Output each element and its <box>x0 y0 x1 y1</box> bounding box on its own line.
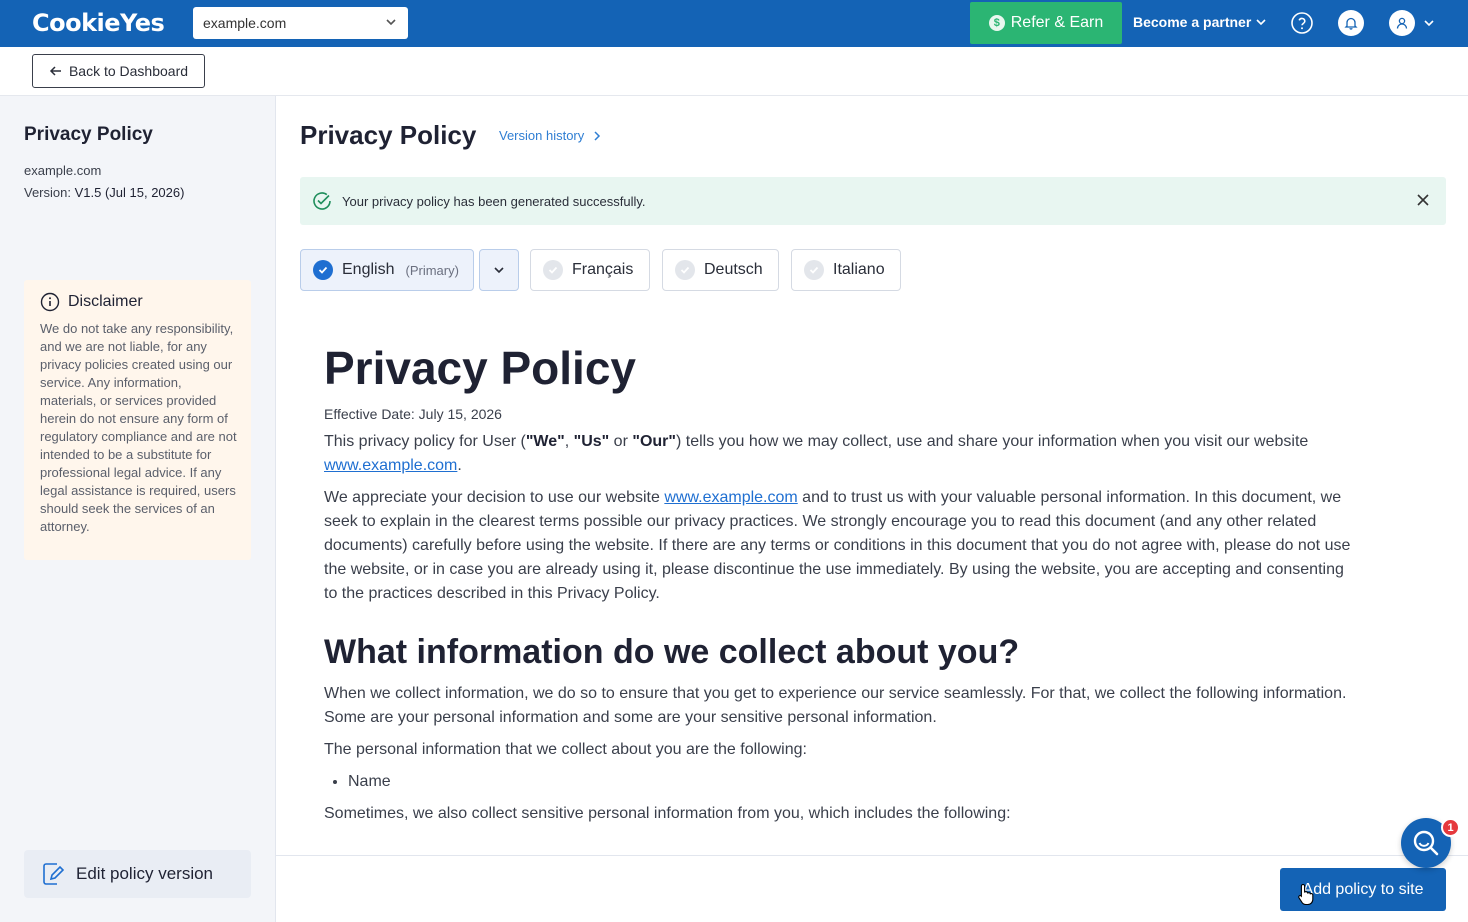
text-bold: "We" <box>525 433 565 450</box>
language-tab-francais[interactable]: Français <box>530 249 650 291</box>
collect-paragraph: When we collect information, we do so to… <box>324 685 1347 726</box>
personal-info-list: Name <box>324 770 1364 794</box>
language-tab-deutsch[interactable]: Deutsch <box>662 249 779 291</box>
close-icon[interactable] <box>1416 193 1430 207</box>
personal-info-paragraph: The personal information that we collect… <box>324 741 807 758</box>
check-icon <box>675 260 695 280</box>
version-history-label: Version history <box>499 128 585 143</box>
section-heading: What information do we collect about you… <box>324 633 1020 671</box>
language-label: Deutsch <box>704 261 763 278</box>
search-chat-icon <box>1413 830 1439 856</box>
version-history-link[interactable]: Version history <box>499 128 602 143</box>
edit-policy-version-button[interactable]: Edit policy version <box>24 850 251 898</box>
help-icon[interactable] <box>1290 11 1314 35</box>
version-value: V1.5 (Jul 15, 2026) <box>74 185 185 200</box>
effective-date: Effective Date: July 15, 2026 <box>324 406 502 422</box>
language-tab-english[interactable]: English (Primary) <box>300 249 474 291</box>
disclaimer-header: Disclaimer <box>40 292 237 312</box>
user-avatar-icon[interactable] <box>1389 10 1415 36</box>
page-title: Privacy Policy <box>300 120 477 150</box>
check-icon <box>543 260 563 280</box>
website-link[interactable]: www.example.com <box>324 457 457 474</box>
sidebar-version: Version: V1.5 (Jul 15, 2026) <box>24 185 184 200</box>
success-alert: Your privacy policy has been generated s… <box>300 177 1446 225</box>
policy-document: Privacy Policy Effective Date: July 15, … <box>324 338 1364 854</box>
site-selector-value: example.com <box>203 15 287 31</box>
edit-policy-version-label: Edit policy version <box>76 864 214 883</box>
cookieyes-logo[interactable]: CookieYes <box>32 9 165 37</box>
coin-icon: $ <box>988 15 1005 31</box>
footer-bar: Add policy to site <box>276 855 1468 922</box>
main-content: Privacy Policy Version history Your priv… <box>276 96 1468 922</box>
language-label: Italiano <box>833 261 885 278</box>
refer-earn-button[interactable]: $ Refer & Earn <box>970 2 1122 44</box>
top-navbar: CookieYes example.com $ Refer & Earn Bec… <box>0 0 1468 47</box>
become-partner-menu[interactable]: Become a partner <box>1133 14 1267 30</box>
sub-header: Back to Dashboard <box>0 47 1468 96</box>
info-icon <box>40 292 60 312</box>
sidebar: Privacy Policy example.com Version: V1.5… <box>0 96 276 922</box>
back-to-dashboard-button[interactable]: Back to Dashboard <box>32 54 205 88</box>
sidebar-title: Privacy Policy <box>24 124 153 145</box>
arrow-left-icon <box>49 66 61 76</box>
list-item: Name <box>348 770 1364 794</box>
text-span: , <box>564 433 574 450</box>
chevron-right-icon <box>594 130 601 141</box>
edit-document-icon <box>43 863 64 885</box>
disclaimer-title: Disclaimer <box>68 293 143 310</box>
check-icon <box>313 260 333 280</box>
text-span: or <box>609 433 633 450</box>
check-icon <box>804 260 824 280</box>
language-tab-italiano[interactable]: Italiano <box>791 249 901 291</box>
intro-paragraph: This privacy policy for User ("We", "Us"… <box>324 430 1359 478</box>
text-bold: "Us" <box>573 433 610 450</box>
chevron-down-icon <box>1256 19 1266 26</box>
refer-earn-label: Refer & Earn <box>1010 14 1104 31</box>
sensitive-info-paragraph: Sometimes, we also collect sensitive per… <box>324 805 1011 822</box>
appreciation-paragraph: We appreciate your decision to use our w… <box>324 486 1359 606</box>
disclaimer-text: We do not take any responsibility, and w… <box>40 321 237 534</box>
text-bold: "Our" <box>632 433 676 450</box>
language-label: Français <box>572 261 634 278</box>
chevron-down-icon <box>386 19 396 26</box>
text-span: ) tells you how we may collect, use and … <box>675 433 1309 450</box>
become-partner-label: Become a partner <box>1133 14 1252 30</box>
version-prefix: Version: <box>24 185 71 200</box>
chat-notification-badge: 1 <box>1441 818 1460 837</box>
back-to-dashboard-label: Back to Dashboard <box>68 63 189 79</box>
text-span: We appreciate your decision to use our w… <box>324 489 665 506</box>
primary-tag: (Primary) <box>405 262 459 278</box>
sidebar-site: example.com <box>24 163 102 178</box>
document-title: Privacy Policy <box>324 342 636 394</box>
hand-cursor-icon <box>1298 883 1314 905</box>
language-dropdown-button[interactable] <box>479 249 519 291</box>
text-span: . <box>457 457 462 474</box>
alert-message: Your privacy policy has been generated s… <box>342 193 646 209</box>
language-label: English <box>342 261 395 278</box>
website-link[interactable]: www.example.com <box>664 489 797 506</box>
disclaimer-box: Disclaimer We do not take any responsibi… <box>24 280 251 560</box>
notification-bell-icon[interactable] <box>1338 10 1364 36</box>
check-circle-icon <box>313 192 331 210</box>
chevron-down-icon[interactable] <box>1422 16 1436 30</box>
text-span: This privacy policy for User ( <box>324 433 526 450</box>
chevron-down-icon <box>494 267 504 274</box>
site-selector[interactable]: example.com <box>193 7 408 39</box>
